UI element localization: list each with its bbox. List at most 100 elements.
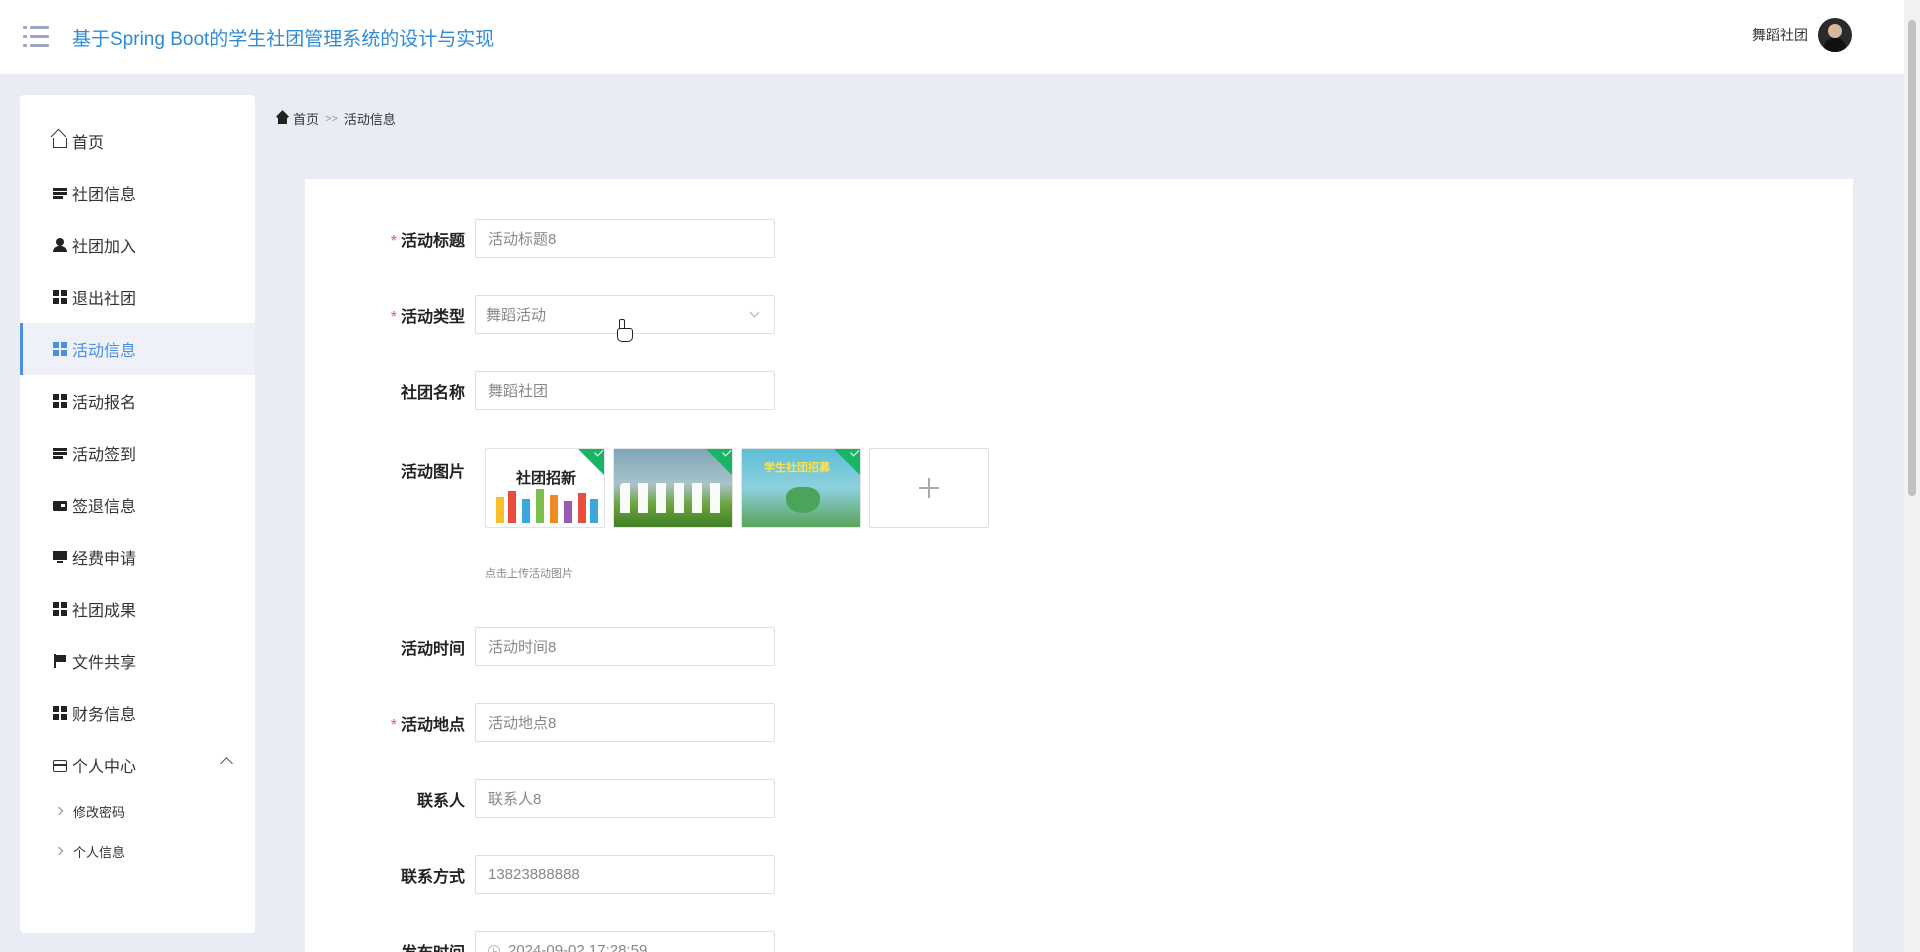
image-thumbnail[interactable]: 学生社团招募 [741, 448, 861, 528]
scrollbar-thumb[interactable] [1908, 20, 1916, 496]
sidebar-item-label: 活动信息 [72, 343, 137, 360]
contact-person-input[interactable]: 联系人8 [475, 779, 775, 818]
breadcrumb-home[interactable]: 首页 [293, 109, 319, 128]
sidebar-item-club-achievements[interactable]: 社团成果 [20, 583, 255, 635]
monitor-icon [53, 550, 67, 564]
activity-location-input[interactable]: 活动地点8 [475, 703, 775, 742]
grid-icon [53, 290, 67, 304]
upload-plus-button[interactable] [869, 448, 989, 528]
breadcrumb: 首页 >> 活动信息 [276, 109, 396, 128]
activity-time-input[interactable]: 活动时间8 [475, 627, 775, 666]
avatar[interactable] [1818, 18, 1852, 52]
card-icon [53, 760, 67, 772]
clock-icon [488, 944, 500, 952]
check-icon [702, 449, 732, 478]
chevron-up-icon[interactable] [220, 757, 233, 770]
contact-label: 联系人 [416, 792, 465, 810]
publish-label: 发布时间 [305, 939, 475, 952]
publish-time-input[interactable]: 2024-09-02 17:28:59 [475, 931, 775, 952]
sidebar-item-label: 活动签到 [72, 447, 137, 464]
location-label: * 活动地点 [390, 716, 465, 734]
image-list: 社团招新 学生社团招募 [485, 448, 989, 528]
chevron-down-icon [749, 307, 760, 318]
contact-phone-input[interactable]: 13823888888 [475, 855, 775, 894]
chevron-right-icon [54, 806, 64, 816]
form-row-title: * 活动标题 活动标题8 [305, 219, 775, 258]
sidebar-item-label: 财务信息 [72, 707, 137, 724]
form-row-time: 活动时间 活动时间8 [305, 627, 775, 666]
sidebar-subitem-change-password[interactable]: 修改密码 [20, 791, 255, 831]
sidebar-item-club-info[interactable]: 社团信息 [20, 167, 255, 219]
grid-icon [53, 706, 67, 720]
image-thumbnail[interactable]: 社团招新 [485, 448, 605, 528]
club-name-input[interactable]: 舞蹈社团 [475, 371, 775, 410]
thumbnail-caption: 社团招新 [516, 470, 577, 487]
app-title: 基于Spring Boot的学生社团管理系统的设计与实现 [72, 29, 495, 50]
grid-icon [53, 602, 67, 616]
sidebar-item-finance-info[interactable]: 财务信息 [20, 687, 255, 739]
activity-type-value: 舞蹈活动 [486, 307, 547, 324]
sidebar-subitem-label: 修改密码 [73, 804, 126, 820]
wallet-icon [53, 498, 67, 512]
home-icon [53, 138, 67, 148]
activity-title-input[interactable]: 活动标题8 [475, 219, 775, 258]
time-label: 活动时间 [400, 640, 465, 658]
sidebar-item-funding-request[interactable]: 经费申请 [20, 531, 255, 583]
sidebar-item-label: 文件共享 [72, 655, 137, 672]
sidebar-item-label: 签退信息 [72, 499, 137, 516]
sidebar-item-label: 经费申请 [72, 551, 137, 568]
thumbnail-caption: 学生社团招募 [764, 462, 830, 474]
title-label: * 活动标题 [390, 232, 465, 250]
sidebar-item-checkout-info[interactable]: 签退信息 [20, 479, 255, 531]
image-label: 活动图片 [400, 464, 465, 481]
form-row-publish: 发布时间 2024-09-02 17:28:59 [305, 931, 775, 952]
form-row-phone: 联系方式 13823888888 [305, 855, 775, 894]
form-row-club: 社团名称 舞蹈社团 [305, 371, 775, 410]
sidebar: 首页 社团信息 社团加入 退出社团 活动信息 活动报名 活动签到 签退信息 经费… [20, 95, 255, 933]
sidebar-item-label: 社团信息 [72, 187, 137, 204]
sidebar-item-join-club[interactable]: 社团加入 [20, 219, 255, 271]
upload-hint: 点击上传活动图片 [485, 568, 573, 580]
image-thumbnail[interactable] [613, 448, 733, 528]
grid-icon [53, 394, 67, 408]
club-label: 社团名称 [400, 384, 465, 402]
flag-icon [53, 654, 67, 668]
phone-label: 联系方式 [400, 868, 465, 886]
sidebar-item-label: 社团成果 [72, 603, 137, 620]
type-label: * 活动类型 [390, 308, 465, 326]
page-scrollbar[interactable] [1904, 0, 1920, 952]
user-menu[interactable]: 舞蹈社团 [1752, 18, 1852, 52]
check-icon [574, 449, 604, 478]
menu-toggle-icon[interactable] [23, 26, 49, 48]
sidebar-item-label: 活动报名 [72, 395, 137, 412]
sidebar-item-label: 首页 [72, 135, 105, 152]
sidebar-item-personal-center[interactable]: 个人中心 [20, 739, 255, 791]
breadcrumb-current: 活动信息 [343, 112, 396, 127]
publish-time-value: 2024-09-02 17:28:59 [508, 942, 648, 952]
sidebar-item-file-share[interactable]: 文件共享 [20, 635, 255, 687]
sidebar-item-home[interactable]: 首页 [20, 115, 255, 167]
hand-cursor-icon [616, 319, 633, 342]
sidebar-subitem-label: 个人信息 [73, 844, 126, 860]
sidebar-item-quit-club[interactable]: 退出社团 [20, 271, 255, 323]
grid-icon [53, 342, 67, 356]
sidebar-item-activity-signup[interactable]: 活动报名 [20, 375, 255, 427]
sidebar-item-activity-checkin[interactable]: 活动签到 [20, 427, 255, 479]
list-icon [53, 446, 67, 460]
username[interactable]: 舞蹈社团 [1752, 25, 1808, 45]
sidebar-item-label: 个人中心 [72, 759, 137, 776]
sidebar-item-activity-info[interactable]: 活动信息 [20, 323, 255, 375]
breadcrumb-separator: >> [325, 112, 338, 125]
home-icon [276, 113, 289, 124]
form-row-location: * 活动地点 活动地点8 [305, 703, 775, 742]
top-header: 基于Spring Boot的学生社团管理系统的设计与实现 舞蹈社团 [0, 0, 1904, 74]
form-row-image: 活动图片 [305, 458, 475, 482]
list-icon [53, 186, 67, 200]
sidebar-item-label: 社团加入 [72, 239, 137, 256]
form-row-type: * 活动类型 舞蹈活动 [305, 295, 775, 334]
sidebar-item-label: 退出社团 [72, 291, 137, 308]
user-icon [53, 238, 67, 252]
chevron-right-icon [54, 846, 64, 856]
activity-form-panel: * 活动标题 活动标题8 * 活动类型 舞蹈活动 社团名称 舞蹈社团 活动图片 社团… [305, 179, 1853, 952]
sidebar-subitem-personal-info[interactable]: 个人信息 [20, 831, 255, 871]
